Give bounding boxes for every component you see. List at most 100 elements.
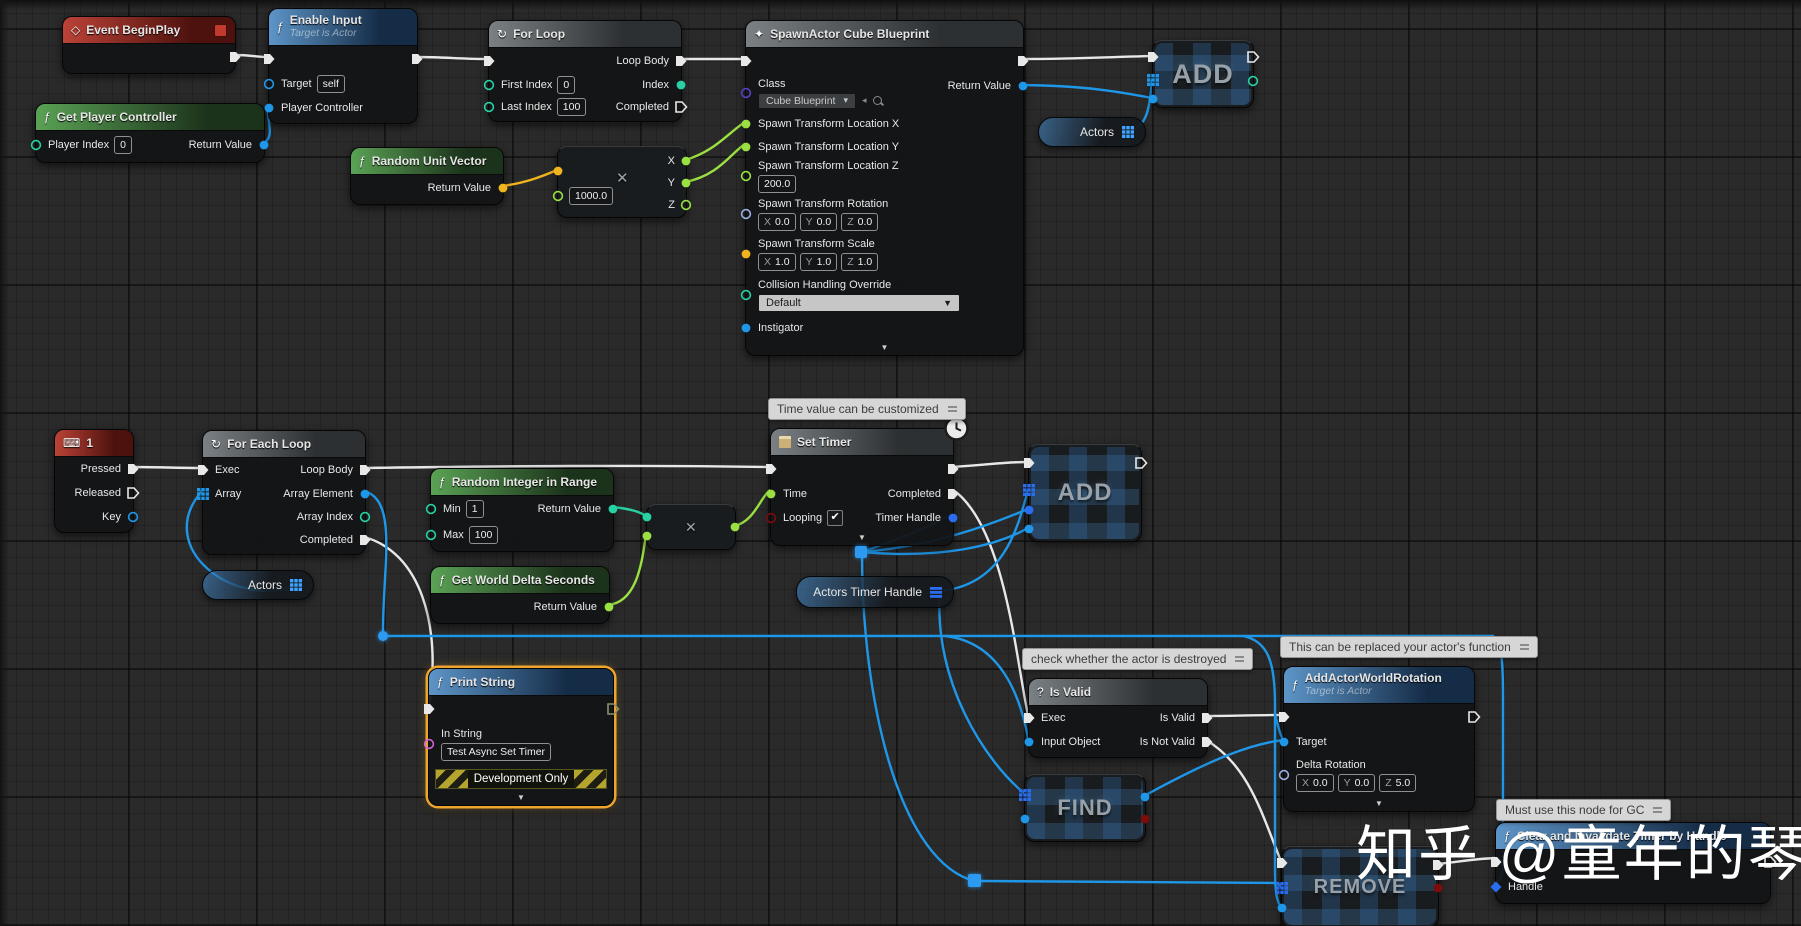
enable-input[interactable]: ƒ Enable Input Target is Actor Target self Pl… <box>263 8 423 124</box>
circle-pin[interactable] <box>1018 812 1032 826</box>
exec-enableinput-forloop[interactable] <box>414 55 490 61</box>
is-valid-header[interactable]: ? Is Valid <box>1029 679 1207 706</box>
spawn-actor-cube-blueprint[interactable]: ✦ SpawnActor Cube Blueprint Class Cube Blue… <box>740 20 1029 356</box>
float-worlddelta-mult[interactable] <box>606 533 648 607</box>
exec-pin[interactable] <box>1134 456 1148 470</box>
exec-pin[interactable] <box>1022 456 1036 470</box>
vec-randomunit-multiply[interactable] <box>500 168 559 188</box>
multiply-vector[interactable]: ✕ 1000.0 X Y Z <box>552 146 692 218</box>
collision-handling-override-dropdown[interactable]: Default ▼ <box>758 293 960 312</box>
exec-settimer-add[interactable] <box>950 460 1030 469</box>
Y-pin[interactable] <box>679 176 693 190</box>
exec-pin[interactable] <box>196 463 210 477</box>
spawn-transform-rotation-fields-z[interactable]: Z 0.0 <box>841 212 879 231</box>
player-index-field[interactable]: 0 <box>114 136 132 154</box>
circle-pin[interactable] <box>1275 901 1289 915</box>
is-valid[interactable]: ? Is Valid Exec Is Valid Input Object Is Not … <box>1024 678 1213 758</box>
return-value-pin[interactable] <box>602 600 616 614</box>
min-field[interactable]: 1 <box>465 500 484 518</box>
circle-pin[interactable] <box>1246 74 1260 88</box>
spawn-transform-scale-pin[interactable] <box>739 247 753 261</box>
expand-arrow-icon[interactable]: ▼ <box>746 340 1023 355</box>
array-pin[interactable] <box>196 487 210 501</box>
exec-pin[interactable] <box>764 462 778 476</box>
array-element-pin[interactable] <box>358 487 372 501</box>
released-pin[interactable] <box>126 486 140 500</box>
spawn-actor-cube-blueprint-header[interactable]: ✦ SpawnActor Cube Blueprint <box>746 21 1023 48</box>
exec-pin[interactable] <box>422 702 436 716</box>
return-value-pin[interactable] <box>496 181 510 195</box>
circle-pin[interactable] <box>1138 790 1152 804</box>
completed-pin[interactable] <box>946 487 960 501</box>
exec-pin[interactable] <box>1146 50 1160 64</box>
exec-pin[interactable] <box>482 54 496 68</box>
spawn-transform-rotation-fields-x[interactable]: X 0.0 <box>758 212 796 231</box>
print-string-header[interactable]: ƒ Print String <box>429 669 613 696</box>
add-actor-world-rotation-header[interactable]: ƒ AddActorWorldRotation Target is Actor <box>1284 667 1474 704</box>
first-index-pin[interactable] <box>482 78 496 92</box>
circle-pin[interactable] <box>1138 812 1152 826</box>
exec-pin[interactable] <box>739 54 753 68</box>
exec-pin[interactable] <box>1277 710 1291 724</box>
looping-checkbox[interactable]: ✔ <box>827 509 844 526</box>
set-timer-header[interactable]: Set Timer <box>771 429 953 456</box>
return-value-pin[interactable] <box>1016 79 1030 93</box>
event-begin-play[interactable]: ◇ Event BeginPlay <box>62 16 241 74</box>
expand-arrow-icon[interactable]: ▼ <box>771 530 953 545</box>
get-player-controller[interactable]: ƒ Get Player Controller Player Index 0 Retur… <box>30 103 269 163</box>
exec-isnotvalid-remove[interactable] <box>1204 738 1283 863</box>
player-controller-pin[interactable] <box>262 101 276 115</box>
for-loop[interactable]: ↻ For Loop Loop Body First Index 0 Index Last … <box>483 20 688 122</box>
get-player-controller-header[interactable]: ƒ Get Player Controller <box>36 104 264 131</box>
return-value-pin[interactable] <box>606 502 620 516</box>
multiply-int-float[interactable]: ✕ <box>642 504 740 550</box>
circle-pin[interactable] <box>551 189 565 203</box>
index-pin[interactable] <box>674 78 688 92</box>
exec-pin[interactable] <box>946 462 960 476</box>
key-pin[interactable] <box>126 510 140 524</box>
timer-handle-pin[interactable] <box>946 511 960 525</box>
completed-pin[interactable] <box>358 533 372 547</box>
spawn-transform-location-z-pin[interactable] <box>739 169 753 183</box>
spawn-transform-scale-fields-z[interactable]: Z 1.0 <box>841 252 879 271</box>
comment-add-rotation[interactable]: This can be replaced your actor's functi… <box>1280 636 1538 658</box>
circle-pin[interactable] <box>640 529 654 543</box>
grid-pin[interactable] <box>1146 73 1160 87</box>
delta-rotation-fields-x[interactable]: X 0.0 <box>1296 773 1334 792</box>
spawn-transform-location-y-pin[interactable] <box>739 140 753 154</box>
blueprint-graph-canvas[interactable]: ◇ Event BeginPlay ƒ Get Player Controller Pl… <box>0 0 1801 926</box>
X-pin[interactable] <box>679 154 693 168</box>
float-multy-spawny[interactable] <box>683 142 747 184</box>
enable-input-header[interactable]: ƒ Enable Input Target is Actor <box>269 9 417 46</box>
reroute-handle-mid[interactable] <box>855 546 867 558</box>
spawn-transform-scale-fields-x[interactable]: X 1.0 <box>758 252 796 271</box>
exec-pin[interactable] <box>1275 856 1289 870</box>
spawn-transform-rotation-fields-y[interactable]: Y 0.0 <box>799 212 838 231</box>
in-string-field[interactable]: Test Async Set Timer <box>441 742 552 761</box>
spawn-transform-location-x-pin[interactable] <box>739 117 753 131</box>
browse-icon[interactable] <box>872 96 882 105</box>
exec-pin[interactable] <box>262 52 276 66</box>
reroute-timer-handle[interactable] <box>968 874 981 887</box>
exec-completed-printstring[interactable] <box>362 535 434 708</box>
set-timer[interactable]: Set Timer Time Completed Looping ✔ Timer Hand… <box>765 416 969 546</box>
player-index-pin[interactable] <box>29 138 43 152</box>
add-actors-array[interactable]: ADD <box>1147 40 1260 108</box>
get-world-delta-seconds-header[interactable]: ƒ Get World Delta Seconds <box>431 567 609 594</box>
grid-pin[interactable] <box>1022 483 1036 497</box>
obj-reroute-remove[interactable] <box>979 879 1283 889</box>
return-value-pin[interactable] <box>257 138 271 152</box>
exec-pin[interactable] <box>1467 710 1481 724</box>
exec-pin[interactable] <box>1016 54 1030 68</box>
class-pin[interactable] <box>739 86 753 100</box>
get-world-delta-seconds[interactable]: ƒ Get World Delta Seconds Return Value <box>430 566 614 624</box>
circle-pin[interactable] <box>728 520 742 534</box>
target-pin[interactable] <box>1277 735 1291 749</box>
array-index-pin[interactable] <box>358 510 372 524</box>
circle-pin[interactable] <box>640 510 654 524</box>
exec-spawn-add[interactable] <box>1020 54 1154 61</box>
spawn-transform-rotation-pin[interactable] <box>739 207 753 221</box>
input-object-pin[interactable] <box>1022 735 1036 749</box>
target-pin[interactable] <box>262 77 276 91</box>
max-field[interactable]: 100 <box>468 526 499 544</box>
